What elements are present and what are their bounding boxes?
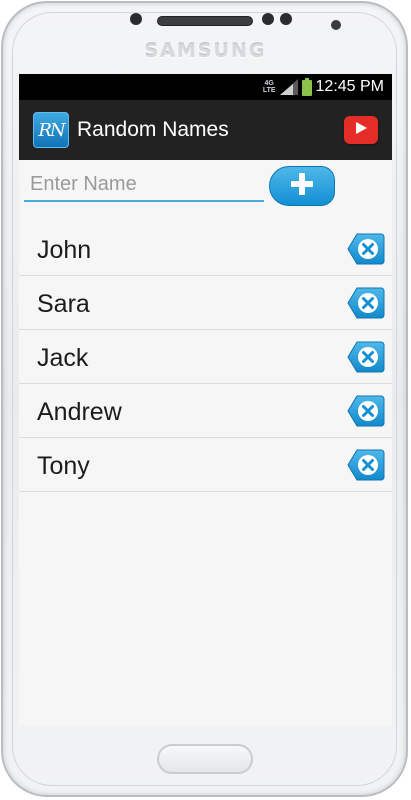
list-item: Andrew (19, 384, 392, 438)
delete-button[interactable] (347, 233, 385, 265)
delete-backspace-icon (347, 449, 385, 481)
add-name-row (19, 160, 392, 222)
app-title: Random Names (77, 118, 229, 141)
delete-button[interactable] (347, 287, 385, 319)
brand-logo: SAMSUNG (144, 40, 267, 62)
action-bar: RN Random Names (19, 100, 392, 160)
list-item: Jack (19, 330, 392, 384)
youtube-play-icon (354, 121, 368, 140)
delete-backspace-icon (347, 287, 385, 319)
network-type: 4G (264, 80, 274, 87)
status-time: 12:45 PM (315, 78, 384, 95)
light-sensor (280, 13, 292, 25)
front-camera (331, 20, 341, 30)
name-label: Sara (37, 290, 90, 318)
delete-button[interactable] (347, 341, 385, 373)
name-input[interactable] (24, 168, 264, 202)
name-label: Jack (37, 344, 89, 372)
network-subtype: LTE (262, 87, 276, 94)
home-button[interactable] (157, 744, 253, 774)
name-label: Andrew (37, 398, 122, 426)
battery-icon (301, 78, 312, 96)
earpiece-speaker (157, 16, 253, 26)
name-label: John (37, 236, 92, 264)
names-list: John Sara Jack Andrew Tony (19, 222, 392, 492)
front-sensor (130, 13, 142, 25)
delete-backspace-icon (347, 341, 385, 373)
network-indicator: 4G LTE (263, 80, 276, 94)
proximity-sensor (262, 13, 274, 25)
list-item: John (19, 222, 392, 276)
list-item: Tony (19, 438, 392, 492)
app-logo-icon[interactable]: RN (33, 112, 69, 148)
delete-button[interactable] (347, 449, 385, 481)
phone-screen: 4G LTE 12:45 PM RN Random Names John (19, 74, 392, 726)
status-bar: 4G LTE 12:45 PM (19, 74, 392, 100)
plus-icon (290, 172, 314, 201)
delete-backspace-icon (347, 233, 385, 265)
delete-backspace-icon (347, 395, 385, 427)
delete-button[interactable] (347, 395, 385, 427)
youtube-button[interactable] (344, 116, 378, 144)
list-item: Sara (19, 276, 392, 330)
add-name-button[interactable] (269, 166, 335, 206)
signal-icon (279, 79, 298, 95)
name-label: Tony (37, 452, 90, 480)
